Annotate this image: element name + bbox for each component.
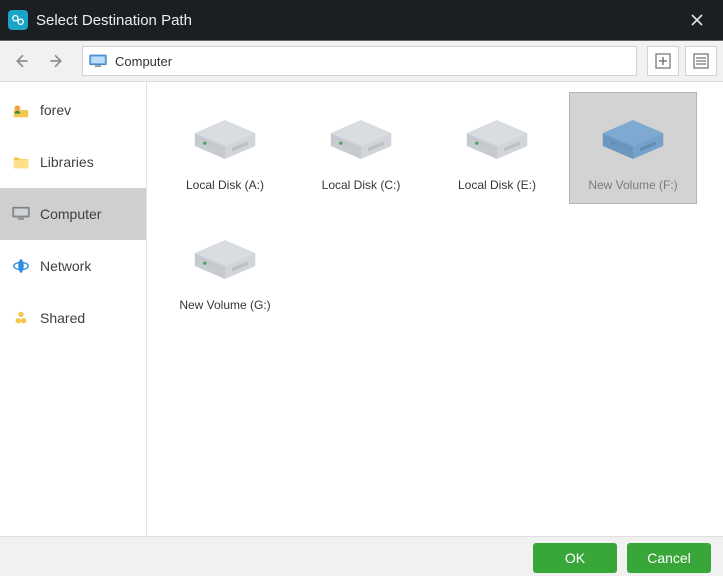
new-folder-button[interactable] [647,46,679,76]
drive-item[interactable]: Local Disk (E:) [433,92,561,204]
folder-icon [12,153,30,171]
view-list-button[interactable] [685,46,717,76]
list-icon [693,53,709,69]
sidebar-item-label: Libraries [40,154,94,170]
sidebar-item-network[interactable]: Network [0,240,146,292]
sidebar-item-label: Computer [40,206,101,222]
computer-icon [89,54,107,68]
drive-icon [433,104,561,178]
drive-label: Local Disk (C:) [322,178,401,192]
sidebar-item-label: Shared [40,310,85,326]
drive-icon [297,104,425,178]
sidebar-item-shared[interactable]: Shared [0,292,146,344]
drive-item[interactable]: New Volume (F:) [569,92,697,204]
sidebar: forev Libraries Computer Network Shared [0,82,147,536]
drive-label: New Volume (G:) [179,298,270,312]
breadcrumb-label: Computer [115,54,172,69]
main-pane: Local Disk (A:) Local Disk (C:) Local Di… [147,82,723,536]
sidebar-item-forev[interactable]: forev [0,84,146,136]
sidebar-item-computer[interactable]: Computer [0,188,146,240]
shared-icon [12,309,30,327]
window-title: Select Destination Path [36,12,192,29]
titlebar: Select Destination Path [0,0,723,40]
computer-icon [12,205,30,223]
breadcrumb[interactable]: Computer [82,46,637,76]
app-icon [8,10,28,30]
drive-icon [569,104,697,178]
forward-button[interactable] [42,47,72,75]
drive-item[interactable]: New Volume (G:) [161,212,289,324]
arrow-left-icon [12,52,30,70]
drive-item[interactable]: Local Disk (C:) [297,92,425,204]
drive-label: Local Disk (E:) [458,178,536,192]
arrow-right-icon [48,52,66,70]
ok-button[interactable]: OK [533,543,617,573]
sidebar-item-label: forev [40,102,71,118]
navbar: Computer [0,40,723,82]
drive-icon [161,104,289,178]
user-icon [12,101,30,119]
sidebar-item-libraries[interactable]: Libraries [0,136,146,188]
close-button[interactable] [681,0,713,40]
back-button[interactable] [6,47,36,75]
network-icon [12,257,30,275]
close-icon [690,13,704,27]
drive-item[interactable]: Local Disk (A:) [161,92,289,204]
drive-label: New Volume (F:) [588,178,677,192]
cancel-button[interactable]: Cancel [627,543,711,573]
drive-icon [161,224,289,298]
drive-label: Local Disk (A:) [186,178,264,192]
sidebar-item-label: Network [40,258,91,274]
plus-icon [655,53,671,69]
footer: OK Cancel [0,536,723,576]
